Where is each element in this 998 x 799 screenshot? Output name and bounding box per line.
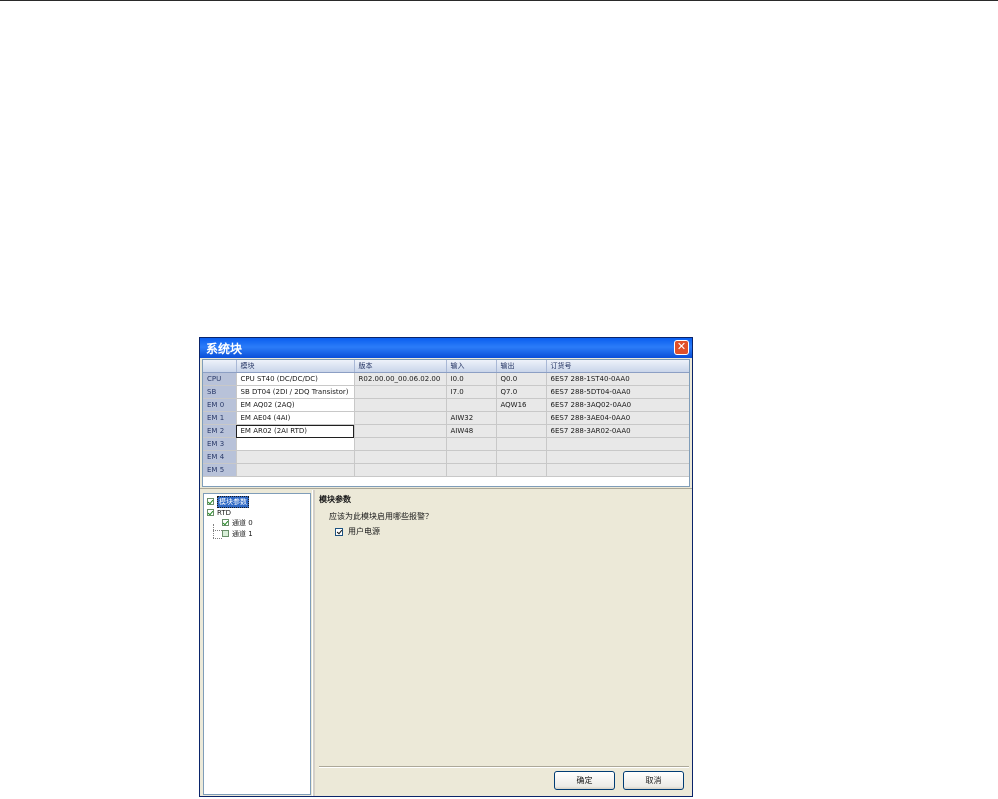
check-icon <box>222 530 229 537</box>
tree-item-channel-1[interactable]: 通道 1 <box>222 529 253 538</box>
tree-connector <box>213 538 222 539</box>
title-bar[interactable]: 系统块 ✕ <box>200 338 692 358</box>
table-row[interactable]: EM 3 <box>203 437 689 451</box>
slot-cell: EM 4 <box>203 450 237 464</box>
input-cell[interactable]: AIW32 <box>446 411 497 425</box>
version-cell: R02.00.00_00.06.02.00 <box>354 372 447 386</box>
tree-item-label: 模块参数 <box>217 495 249 508</box>
tree-item-label: 通道 1 <box>232 529 253 538</box>
output-cell <box>496 463 547 477</box>
alarm-question: 应该为此模块启用哪些报警？ <box>329 512 433 521</box>
header-order-number[interactable]: 订货号 <box>546 360 689 373</box>
tree-item-module-params[interactable]: 模块参数 <box>207 495 249 508</box>
parameter-tree: 模块参数 RTD 通道 0 通道 1 <box>203 493 311 795</box>
order-cell: 6ES7 288-1ST40-0AA0 <box>546 372 689 386</box>
module-cell[interactable]: EM AE04 (4AI) <box>236 411 355 425</box>
module-table: 模块 版本 输入 输出 订货号 CPU CPU ST40 (DC/DC/DC) … <box>203 360 689 477</box>
input-cell[interactable]: I7.0 <box>446 385 497 399</box>
cancel-button[interactable]: 取消 <box>623 771 684 790</box>
order-cell: 6ES7 288-3AR02-0AA0 <box>546 424 689 438</box>
version-cell <box>354 398 447 412</box>
output-cell <box>496 450 547 464</box>
user-power-checkbox[interactable] <box>335 527 343 536</box>
version-cell <box>354 424 447 438</box>
footer-divider <box>319 766 689 768</box>
ok-button[interactable]: 确定 <box>554 771 615 790</box>
panel-divider <box>200 488 692 489</box>
table-row[interactable]: EM 4 <box>203 450 689 464</box>
output-cell[interactable]: Q7.0 <box>496 385 547 399</box>
module-grid: 模块 版本 输入 输出 订货号 CPU CPU ST40 (DC/DC/DC) … <box>202 359 690 487</box>
module-cell-selected[interactable]: EM AR02 (2AI RTD) <box>236 424 355 438</box>
system-block-dialog: 系统块 ✕ 模块 版本 输入 输出 订货号 CPU CPU ST40 (DC/D… <box>199 337 693 797</box>
tree-item-channel-0[interactable]: 通道 0 <box>222 518 253 527</box>
check-icon <box>207 509 214 516</box>
slot-cell: SB <box>203 385 237 399</box>
table-row[interactable]: CPU CPU ST40 (DC/DC/DC) R02.00.00_00.06.… <box>203 372 689 386</box>
module-cell[interactable]: CPU ST40 (DC/DC/DC) <box>236 372 355 386</box>
order-cell <box>546 463 689 477</box>
slot-cell: EM 5 <box>203 463 237 477</box>
input-cell <box>446 450 497 464</box>
check-icon <box>222 519 229 526</box>
page-top-rule <box>0 0 998 1</box>
module-cell[interactable] <box>236 463 355 477</box>
version-cell <box>354 450 447 464</box>
header-version[interactable]: 版本 <box>354 360 447 373</box>
slot-cell: EM 2 <box>203 424 237 438</box>
close-button[interactable]: ✕ <box>674 340 689 355</box>
header-input[interactable]: 输入 <box>446 360 497 373</box>
module-cell[interactable] <box>236 437 355 451</box>
input-cell <box>446 463 497 477</box>
table-row[interactable]: SB SB DT04 (2DI / 2DQ Transistor) I7.0 Q… <box>203 385 689 399</box>
output-cell[interactable]: Q0.0 <box>496 372 547 386</box>
output-cell[interactable]: AQW16 <box>496 398 547 412</box>
user-power-option[interactable]: 用户电源 <box>335 526 380 537</box>
header-output[interactable]: 输出 <box>496 360 547 373</box>
order-cell: 6ES7 288-3AQ02-0AA0 <box>546 398 689 412</box>
tree-item-label: 通道 0 <box>232 518 253 527</box>
module-cell[interactable] <box>236 450 355 464</box>
tree-item-rtd[interactable]: RTD <box>207 508 231 517</box>
input-cell[interactable] <box>446 398 497 412</box>
order-cell <box>546 450 689 464</box>
header-slot <box>203 360 237 373</box>
table-row[interactable]: EM 1 EM AE04 (4AI) AIW32 6ES7 288-3AE04-… <box>203 411 689 425</box>
table-header-row: 模块 版本 输入 输出 订货号 <box>203 360 689 373</box>
output-cell[interactable] <box>496 411 547 425</box>
tree-connector <box>213 524 214 538</box>
close-icon: ✕ <box>676 340 687 353</box>
check-icon <box>207 498 214 505</box>
slot-cell: EM 0 <box>203 398 237 412</box>
table-row[interactable]: EM 5 <box>203 463 689 477</box>
table-row[interactable]: EM 0 EM AQ02 (2AQ) AQW16 6ES7 288-3AQ02-… <box>203 398 689 412</box>
output-cell <box>496 437 547 451</box>
tree-connector <box>213 530 222 531</box>
user-power-label: 用户电源 <box>348 527 380 536</box>
table-row-selected[interactable]: EM 2 EM AR02 (2AI RTD) AIW48 6ES7 288-3A… <box>203 424 689 438</box>
params-title: 模块参数 <box>319 495 351 504</box>
order-cell: 6ES7 288-3AE04-0AA0 <box>546 411 689 425</box>
module-cell[interactable]: SB DT04 (2DI / 2DQ Transistor) <box>236 385 355 399</box>
slot-cell: EM 3 <box>203 437 237 451</box>
splitter[interactable] <box>312 490 315 796</box>
output-cell[interactable] <box>496 424 547 438</box>
slot-cell: CPU <box>203 372 237 386</box>
order-cell <box>546 437 689 451</box>
tree-item-label: RTD <box>217 508 232 517</box>
header-module[interactable]: 模块 <box>236 360 355 373</box>
parameter-panel: 模块参数 应该为此模块启用哪些报警？ 用户电源 <box>319 494 689 536</box>
input-cell <box>446 437 497 451</box>
slot-cell: EM 1 <box>203 411 237 425</box>
order-cell: 6ES7 288-5DT04-0AA0 <box>546 385 689 399</box>
input-cell[interactable]: AIW48 <box>446 424 497 438</box>
version-cell <box>354 411 447 425</box>
dialog-title: 系统块 <box>206 342 243 356</box>
input-cell[interactable]: I0.0 <box>446 372 497 386</box>
module-cell[interactable]: EM AQ02 (2AQ) <box>236 398 355 412</box>
version-cell <box>354 437 447 451</box>
version-cell <box>354 463 447 477</box>
version-cell <box>354 385 447 399</box>
